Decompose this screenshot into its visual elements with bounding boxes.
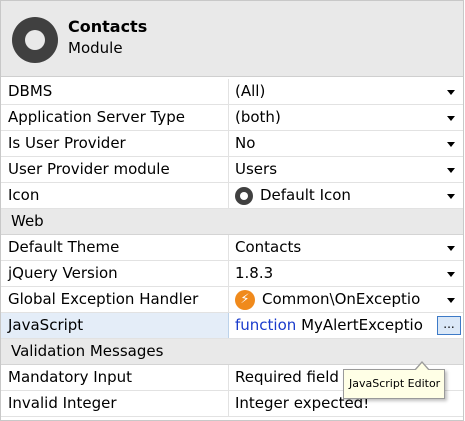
- property-value-text: (both): [235, 108, 281, 126]
- property-row-default-theme[interactable]: Default Theme Contacts: [1, 235, 463, 261]
- javascript-function-name: MyAlertExceptio: [301, 316, 423, 334]
- property-row-user-provider-module[interactable]: User Provider module Users: [1, 157, 463, 183]
- property-value-user-provider-module[interactable]: Users: [229, 157, 463, 182]
- property-row-is-user-provider[interactable]: Is User Provider No: [1, 131, 463, 157]
- module-name: Contacts: [68, 17, 148, 36]
- dropdown-arrow-icon[interactable]: [447, 272, 455, 277]
- property-value-text: (All): [235, 82, 266, 100]
- dropdown-arrow-icon[interactable]: [447, 142, 455, 147]
- property-value-text: function MyAlertExceptio: [235, 313, 423, 338]
- module-icon: [12, 17, 58, 63]
- javascript-editor-tooltip: JavaScript Editor: [343, 361, 445, 399]
- property-row-dbms[interactable]: DBMS (All): [1, 79, 463, 105]
- dropdown-arrow-icon[interactable]: [447, 246, 455, 251]
- property-value-text: Contacts: [235, 238, 302, 256]
- dropdown-arrow-icon[interactable]: [447, 90, 455, 95]
- property-label: Mandatory Input: [1, 365, 229, 390]
- module-type: Module: [68, 39, 123, 57]
- property-value-javascript[interactable]: function MyAlertExceptio ...: [229, 313, 463, 338]
- property-label: Icon: [1, 183, 229, 208]
- property-label-selected: JavaScript: [1, 313, 229, 338]
- property-value-icon[interactable]: Default Icon: [229, 183, 463, 208]
- default-circle-icon: [235, 186, 253, 205]
- property-row-javascript[interactable]: JavaScript function MyAlertExceptio ...: [1, 313, 463, 339]
- dropdown-arrow-icon[interactable]: [447, 194, 455, 199]
- dropdown-arrow-icon[interactable]: [447, 168, 455, 173]
- dropdown-arrow-icon[interactable]: [447, 116, 455, 121]
- property-value-default-theme[interactable]: Contacts: [229, 235, 463, 260]
- property-value-jquery-version[interactable]: 1.8.3: [229, 261, 463, 286]
- property-value-is-user-provider[interactable]: No: [229, 131, 463, 156]
- property-value-text: Common\OnExceptio: [262, 290, 421, 308]
- property-label: Invalid Integer: [1, 391, 229, 416]
- property-value-text: 1.8.3: [235, 264, 274, 282]
- property-value-dbms[interactable]: (All): [229, 79, 463, 104]
- property-label: jQuery Version: [1, 261, 229, 286]
- property-label: Global Exception Handler: [1, 287, 229, 312]
- section-header-web: Web: [1, 209, 463, 235]
- properties-panel: Contacts Module DBMS (All) Application S…: [0, 0, 464, 421]
- property-value-text: Default Icon: [260, 186, 351, 204]
- property-value-text: Required field: [235, 368, 339, 386]
- property-row-icon[interactable]: Icon Default Icon: [1, 183, 463, 209]
- lightning-icon: ⚡: [235, 289, 255, 310]
- property-label: User Provider module: [1, 157, 229, 182]
- property-value-global-exception-handler[interactable]: ⚡ Common\OnExceptio: [229, 287, 463, 312]
- section-header-validation-messages: Validation Messages: [1, 339, 463, 365]
- property-label: Is User Provider: [1, 131, 229, 156]
- property-row-jquery-version[interactable]: jQuery Version 1.8.3: [1, 261, 463, 287]
- property-label: Application Server Type: [1, 105, 229, 130]
- property-label: Default Theme: [1, 235, 229, 260]
- dropdown-arrow-icon[interactable]: [447, 298, 455, 303]
- property-row-global-exception-handler[interactable]: Global Exception Handler ⚡ Common\OnExce…: [1, 287, 463, 313]
- property-value-text: No: [235, 134, 256, 152]
- property-grid: DBMS (All) Application Server Type (both…: [1, 79, 463, 417]
- property-row-app-server-type[interactable]: Application Server Type (both): [1, 105, 463, 131]
- property-value-text: Users: [235, 160, 278, 178]
- property-label: DBMS: [1, 79, 229, 104]
- javascript-editor-button[interactable]: ...: [437, 316, 461, 335]
- module-header: Contacts Module: [1, 1, 463, 77]
- javascript-keyword: function: [235, 316, 297, 334]
- property-value-app-server-type[interactable]: (both): [229, 105, 463, 130]
